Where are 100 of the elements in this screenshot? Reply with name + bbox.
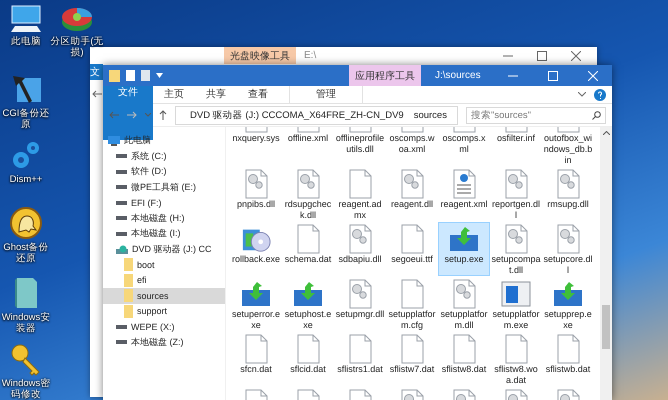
file-item[interactable]: offlineprofileutils.dll [334,127,386,156]
monitor-arrow-icon [240,280,272,308]
tree-item[interactable]: DVD 驱动器 (J:) CC [103,242,225,257]
dropdown-icon[interactable] [156,73,163,78]
file-item[interactable]: segoeui.ttf [386,222,438,276]
file-item[interactable]: reagent.admx [334,167,386,222]
file-item[interactable]: oscomps.woa.xml [386,127,438,156]
tree-item[interactable]: EFI (F:) [103,195,225,210]
tree-item[interactable]: 本地磁盘 (H:) [103,210,225,226]
breadcrumb[interactable]: sources [414,110,447,120]
desktop-icon-label[interactable]: Windows密码修改 [0,378,52,400]
file-name: offlineprofileutils.dll [335,133,385,155]
folder-icon[interactable] [109,70,120,82]
up-arrow-icon[interactable] [159,110,167,120]
file-item[interactable]: setuperror.exe [230,277,282,332]
tree-item[interactable]: 本地磁盘 (I:) [103,226,225,242]
expand-ribbon-icon[interactable] [578,92,586,97]
back-arrow-icon[interactable] [92,90,102,98]
context-tab[interactable]: 光盘映像工具 [224,47,296,64]
file-item[interactable]: reportgen.dll [490,167,542,222]
ribbon-tab[interactable]: 管理 [289,86,363,103]
file-item[interactable]: rdsupgcheck.dll [282,167,334,222]
ghost-icon [9,206,43,240]
monitor-arrow-icon [292,280,324,308]
file-item[interactable]: schema.dat [282,222,334,276]
file-item[interactable]: sdbapiu.dll [334,222,386,276]
search-field[interactable]: 搜索"sources" [466,106,606,124]
file-item[interactable]: rmsupg.dll [542,167,594,221]
ribbon-tab[interactable]: 共享 [195,86,237,103]
file-name: setuperror.exe [231,309,281,331]
file-name: sdbapiu.dll [337,254,383,265]
file-item[interactable]: outofbox_windows_db.bin [542,127,594,167]
file-item[interactable]: sflcid.dat [282,332,334,386]
computer-icon [9,4,43,34]
tree-item[interactable]: 本地磁盘 (Z:) [103,334,225,350]
file-item[interactable]: setupcore.dll [542,222,594,277]
file-name: sflistrs1.dat [336,364,384,375]
file-item[interactable]: osfilter.inf [490,127,542,155]
folder-icon [124,258,133,272]
tree-item[interactable]: 微PE工具箱 (E:) [103,180,225,195]
tree-item[interactable]: sources [103,288,225,304]
tree-item[interactable]: efi [103,272,225,288]
desktop-icon-label[interactable]: CGI备份还原 [0,108,52,130]
scrollbar-thumb[interactable] [602,305,610,349]
window-title: J:\sources [434,70,482,81]
file-item[interactable]: setupplatform.cfg [386,277,438,332]
file-item[interactable]: nxquery.sys [230,127,282,155]
file-item[interactable]: rollback.exe [230,222,282,276]
file-item[interactable]: sflistwb.dat [542,332,594,386]
file-item[interactable]: setuphost.exe [282,277,334,332]
tree-item[interactable]: 软件 (D:) [103,164,225,180]
file-name: segoeui.ttf [390,254,434,265]
file-item[interactable]: sflistw7.dat [386,332,438,386]
desktop-icon-label[interactable]: Ghost备份还原 [0,242,52,264]
file-item[interactable]: setupplatform.exe [490,277,542,332]
file-item[interactable]: sfcn.dat [230,332,282,386]
file-item[interactable]: sflistrs1.dat [334,332,386,386]
file-name: sflistwb.dat [544,364,592,375]
file-item[interactable]: sflistw8.dat [438,332,490,386]
file-name: setupplatform.cfg [387,309,437,331]
search-icon[interactable] [592,110,601,120]
file-item[interactable]: pnpibs.dll [230,167,282,221]
address-bar[interactable]: DVD 驱动器 (J:) CCCOMA_X64FRE_ZH-CN_DV9 sources [175,106,458,124]
file-name: reagent.admx [337,199,383,221]
file-item[interactable]: oscomps.xml [438,127,490,156]
ribbon-tab[interactable]: 主页 [153,86,195,103]
file-item[interactable]: setupcompat.dll [490,222,542,277]
file-name: setupplatform.exe [491,309,541,331]
breadcrumb[interactable]: DVD 驱动器 (J:) CCCOMA_X64FRE_ZH-CN_DV9 [190,108,404,122]
file-name: osfilter.inf [496,133,536,144]
file-item[interactable]: setupmgr.dll [334,277,386,331]
desktop-icon-label[interactable]: Windows安装器 [0,312,52,334]
file-item[interactable]: offline.xml [282,127,334,155]
drive-icon [116,154,127,158]
file-item[interactable]: setupplatform.dll [438,277,490,332]
desktop-icon-label[interactable]: 此电脑 [11,36,41,47]
tree-item[interactable]: 系统 (C:) [103,148,225,164]
file-name: setupplatform.dll [439,309,489,331]
desktop-icon-label[interactable]: 分区助手(无损) [46,36,108,58]
file-tab[interactable]: 文 [90,64,103,80]
file-name: reagent.xml [439,199,489,210]
file-name: rdsupgcheck.dll [284,199,332,221]
tree-item[interactable]: WEPE (X:) [103,319,225,334]
scroll-up-icon[interactable] [602,131,610,135]
file-item[interactable]: reagent.xml [438,167,490,221]
file-item[interactable]: setup.exe [438,222,490,276]
tree-item[interactable]: boot [103,257,225,272]
ribbon-tab[interactable]: 查看 [237,86,279,103]
drive-icon [116,170,127,174]
desktop-icon-label[interactable]: Dism++ [10,174,42,185]
drive-icon [116,340,127,344]
file-item[interactable]: setupprep.exe [542,277,594,332]
help-icon[interactable] [594,88,606,100]
file-item[interactable]: sflistw8.woa.dat [490,332,542,387]
file-item[interactable]: reagent.dll [386,167,438,221]
scrollbar[interactable] [600,127,612,400]
context-tab[interactable]: 应用程序工具 [349,65,421,86]
tree-item[interactable]: support [103,304,225,319]
close-icon[interactable] [571,50,581,60]
file-name: schema.dat [284,254,332,265]
